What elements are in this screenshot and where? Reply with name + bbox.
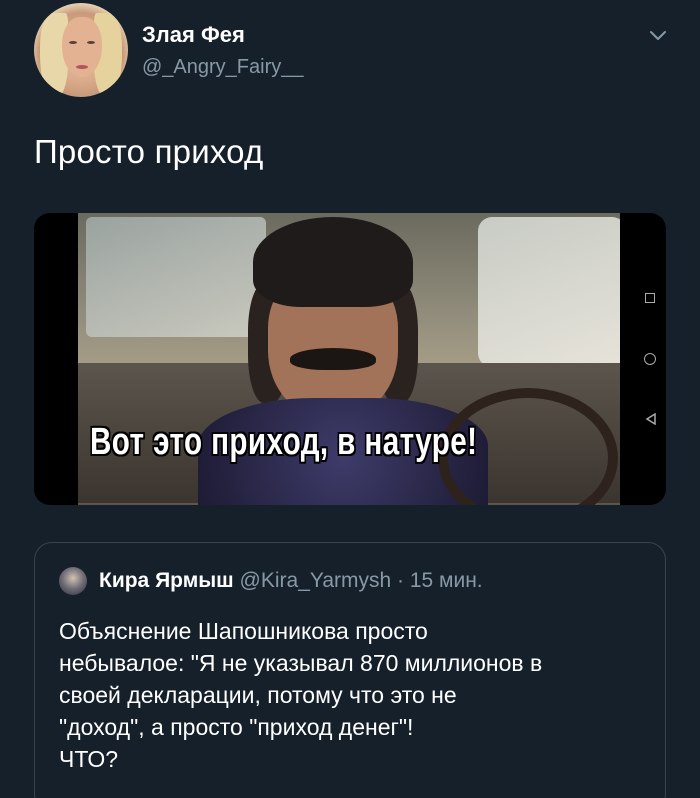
recents-icon — [645, 293, 655, 303]
author-handle[interactable]: @_Angry_Fairy__ — [142, 56, 303, 79]
author-avatar[interactable] — [34, 3, 128, 97]
quoted-author-name: Кира Ярмыш — [99, 569, 234, 592]
author-display-name[interactable]: Злая Фея — [142, 22, 245, 48]
quoted-author-handle: @Kira_Yarmysh — [239, 569, 392, 592]
quoted-line: "доход", а просто "приход денег"! — [59, 714, 414, 740]
quoted-tweet[interactable]: Кира Ярмыш @Kira_Yarmysh · 15 мин. Объяс… — [34, 542, 666, 798]
tweet: Злая Фея @_Angry_Fairy__ Просто приход В… — [0, 0, 700, 798]
back-icon — [645, 413, 656, 425]
home-icon — [644, 353, 656, 365]
quoted-tweet-header: Кира Ярмыш @Kira_Yarmysh · 15 мин. — [99, 569, 483, 593]
quoted-timestamp: 15 мин. — [409, 569, 483, 592]
tweet-text: Просто приход — [34, 133, 264, 170]
tweet-media[interactable]: Вот это приход, в натуре! — [34, 213, 666, 505]
quoted-line: Объяснение Шапошникова просто — [59, 618, 428, 644]
quoted-line: ЧТО? — [59, 746, 119, 772]
quoted-line: небывалое: "Я не указывал 870 миллионов … — [59, 650, 543, 676]
media-caption: Вот это приход, в натуре! — [90, 421, 478, 463]
quoted-separator: · — [391, 569, 410, 592]
chevron-down-icon[interactable] — [647, 24, 669, 46]
quoted-tweet-text: Объяснение Шапошникова просто небывалое:… — [59, 615, 659, 775]
quoted-line: своей декларации, потому что это не — [59, 682, 457, 708]
quoted-author-avatar — [59, 567, 87, 595]
